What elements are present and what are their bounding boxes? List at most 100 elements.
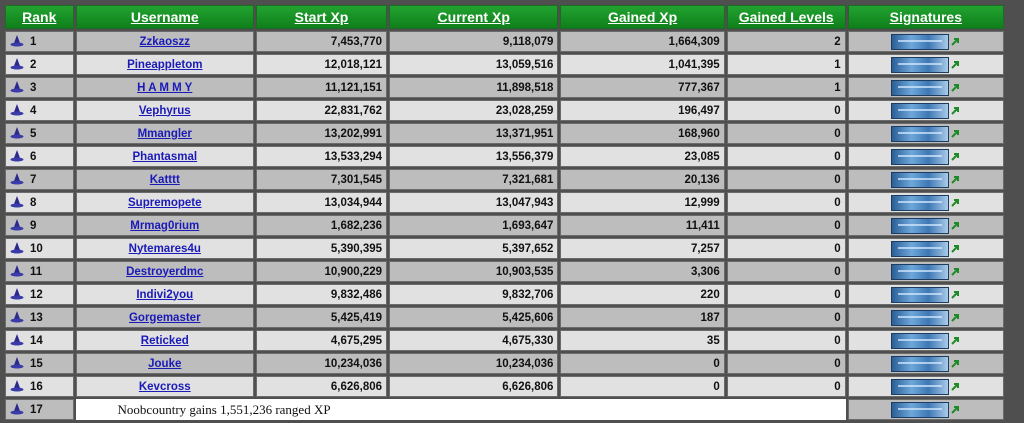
signature-banner-icon[interactable] [891, 332, 950, 349]
signature-banner-icon[interactable] [891, 355, 950, 372]
external-link-icon[interactable] [950, 83, 960, 93]
username-cell: Reticked [75, 330, 254, 351]
signature-cell [847, 307, 1004, 328]
username-link[interactable]: Reticked [141, 335, 189, 347]
table-body: 1 Zzkaoszz 7,453,770 9,118,079 1,664,309 2 2 Pi… [5, 31, 1004, 397]
gained-xp-cell: 11,411 [560, 215, 725, 236]
external-link-icon[interactable] [950, 244, 960, 254]
username-link[interactable]: Indivi2you [136, 289, 193, 301]
username-cell: Nytemares4u [75, 238, 254, 259]
gained-levels-cell: 0 [726, 169, 846, 190]
gained-xp-cell: 1,041,395 [560, 54, 725, 75]
rank-cell: 1 [5, 31, 74, 52]
current-xp-cell: 13,371,951 [389, 123, 559, 144]
column-header-username[interactable]: Username [75, 5, 254, 29]
external-link-icon[interactable] [950, 60, 960, 70]
username-cell: Katttt [75, 169, 254, 190]
username-link[interactable]: Supremopete [128, 197, 202, 209]
username-link[interactable]: Destroyerdmc [126, 266, 203, 278]
rank-cell: 7 [5, 169, 74, 190]
username-link[interactable]: Phantasmal [132, 151, 197, 163]
signature-cell [847, 123, 1004, 144]
wizard-hat-icon [10, 150, 24, 162]
signature-banner-icon[interactable] [891, 286, 950, 303]
table-row: 11 Destroyerdmc 10,900,229 10,903,535 3,306 0 [5, 261, 1004, 282]
username-link[interactable]: Gorgemaster [129, 312, 201, 324]
start-xp-cell: 7,301,545 [255, 169, 388, 190]
signature-banner-icon[interactable] [891, 263, 950, 280]
table-row: 10 Nytemares4u 5,390,395 5,397,652 7,257 0 [5, 238, 1004, 259]
wizard-hat-icon [10, 288, 24, 300]
username-link[interactable]: Vephyrus [139, 105, 191, 117]
column-header-signatures[interactable]: Signatures [847, 5, 1004, 29]
rank-number: 8 [30, 197, 37, 209]
rank-number: 9 [30, 220, 37, 232]
signature-banner-icon[interactable] [891, 194, 950, 211]
username-link[interactable]: Nytemares4u [129, 243, 201, 255]
signature-banner-icon[interactable] [891, 401, 950, 418]
current-xp-cell: 13,047,943 [389, 192, 559, 213]
external-link-icon[interactable] [950, 359, 960, 369]
username-link[interactable]: Jouke [148, 358, 181, 370]
signature-banner-icon[interactable] [891, 378, 950, 395]
username-link[interactable]: Kevcross [139, 381, 191, 393]
signature-cell [847, 192, 1004, 213]
column-header-start-xp[interactable]: Start Xp [255, 5, 388, 29]
username-link[interactable]: Pineappletom [127, 59, 202, 71]
start-xp-cell: 11,121,151 [255, 77, 388, 98]
signature-banner-icon[interactable] [891, 309, 950, 326]
wizard-hat-icon [10, 58, 24, 70]
table-row: 7 Katttt 7,301,545 7,321,681 20,136 0 [5, 169, 1004, 190]
column-header-rank[interactable]: Rank [5, 5, 74, 29]
signature-banner-icon[interactable] [891, 240, 950, 257]
signature-cell [847, 31, 1004, 52]
signature-banner-icon[interactable] [891, 148, 950, 165]
username-link[interactable]: Zzkaoszz [140, 36, 191, 48]
username-link[interactable]: Mrmag0rium [130, 220, 199, 232]
rank-number: 4 [30, 105, 37, 117]
current-xp-cell: 11,898,518 [389, 77, 559, 98]
start-xp-cell: 13,533,294 [255, 146, 388, 167]
username-link[interactable]: Katttt [150, 174, 180, 186]
signature-banner-icon[interactable] [891, 217, 950, 234]
current-xp-cell: 5,397,652 [389, 238, 559, 259]
signature-banner-icon[interactable] [891, 79, 950, 96]
rank-number: 16 [30, 381, 43, 393]
rank-number: 2 [30, 59, 37, 71]
external-link-icon[interactable] [950, 382, 960, 392]
username-cell: Vephyrus [75, 100, 254, 121]
external-link-icon[interactable] [950, 106, 960, 116]
external-link-icon[interactable] [950, 129, 960, 139]
username-cell: Jouke [75, 353, 254, 374]
external-link-icon[interactable] [950, 37, 960, 47]
external-link-icon[interactable] [950, 175, 960, 185]
start-xp-cell: 5,390,395 [255, 238, 388, 259]
wizard-hat-icon [10, 242, 24, 254]
rank-cell: 8 [5, 192, 74, 213]
signature-banner-icon[interactable] [891, 33, 950, 50]
external-link-icon[interactable] [950, 152, 960, 162]
external-link-icon[interactable] [950, 313, 960, 323]
rank-number: 3 [30, 82, 37, 94]
highscores-table: Rank Username Start Xp Current Xp Gained… [3, 3, 1006, 422]
username-link[interactable]: Mmangler [138, 128, 192, 140]
column-header-current-xp[interactable]: Current Xp [389, 5, 559, 29]
external-link-icon[interactable] [950, 405, 960, 415]
signature-banner-icon[interactable] [891, 125, 950, 142]
wizard-hat-icon [10, 311, 24, 323]
wizard-hat-icon [10, 334, 24, 346]
signature-banner-icon[interactable] [891, 56, 950, 73]
username-link[interactable]: H A M M Y [137, 82, 192, 94]
wizard-hat-icon [10, 35, 24, 47]
external-link-icon[interactable] [950, 198, 960, 208]
external-link-icon[interactable] [950, 221, 960, 231]
gained-xp-cell: 220 [560, 284, 725, 305]
column-header-gained-levels[interactable]: Gained Levels [726, 5, 846, 29]
signature-banner-icon[interactable] [891, 102, 950, 119]
external-link-icon[interactable] [950, 336, 960, 346]
column-header-gained-xp[interactable]: Gained Xp [560, 5, 725, 29]
external-link-icon[interactable] [950, 267, 960, 277]
signature-banner-icon[interactable] [891, 171, 950, 188]
external-link-icon[interactable] [950, 290, 960, 300]
username-cell: Mrmag0rium [75, 215, 254, 236]
